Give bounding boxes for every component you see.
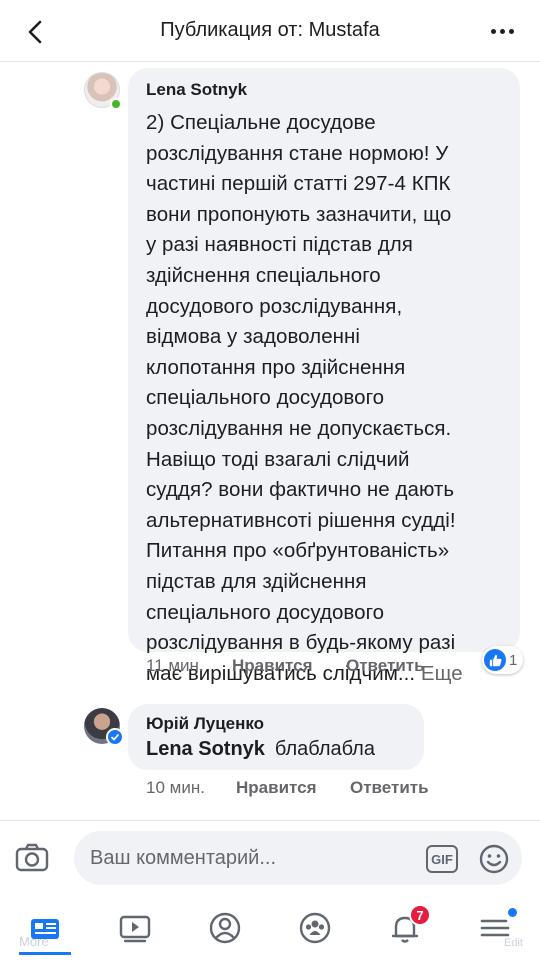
- smiley-icon: [479, 844, 509, 874]
- nav-groups[interactable]: [285, 900, 345, 955]
- reaction-summary[interactable]: 1: [482, 646, 524, 674]
- online-status-icon: [110, 98, 122, 110]
- camera-icon: [15, 843, 49, 872]
- profile-icon: [209, 912, 241, 943]
- reply-button[interactable]: Ответить: [346, 656, 425, 676]
- comment-composer: GIF: [74, 831, 522, 885]
- more-horizontal-icon: [490, 28, 496, 34]
- reply-button[interactable]: Ответить: [350, 778, 429, 798]
- comment-text-content: блаблабла: [274, 738, 375, 760]
- mention-link[interactable]: Lena Sotnyk: [146, 738, 265, 760]
- like-button[interactable]: Нравится: [232, 656, 346, 676]
- nav-menu[interactable]: Edit: [465, 900, 525, 955]
- comment-bubble[interactable]: Lena Sotnyk 2) Спеціальне досудове розсл…: [128, 68, 520, 685]
- top-bar: Публикация от: Mustafa: [0, 0, 540, 62]
- comment-time: 11 мин.: [146, 656, 204, 675]
- comment-meta: 10 мин. Нравится Ответить: [146, 778, 429, 798]
- comment-text: Lena Sotnyk блаблабла: [146, 738, 408, 761]
- nav-notifications[interactable]: 7: [375, 900, 435, 955]
- comment-time: 10 мин.: [146, 778, 205, 797]
- like-button[interactable]: Нравится: [236, 778, 350, 798]
- groups-icon: [299, 912, 331, 943]
- more-options-button[interactable]: [484, 16, 520, 46]
- comment-text: 2) Спеціальне досудове розслідування ста…: [146, 108, 504, 689]
- comment-input[interactable]: [90, 846, 410, 870]
- comment-author[interactable]: Lena Sotnyk: [146, 80, 504, 100]
- watch-video-icon: [119, 915, 151, 942]
- back-arrow-icon: [28, 20, 42, 44]
- menu-indicator-dot: [508, 908, 517, 917]
- comment-meta: 11 мин. Нравится Ответить: [146, 656, 425, 676]
- nav-more-label: More: [19, 934, 49, 949]
- thumbs-up-icon: [484, 649, 506, 671]
- active-tab-indicator: [19, 952, 71, 955]
- gif-button[interactable]: GIF: [426, 845, 458, 873]
- notification-badge: 7: [409, 904, 431, 926]
- divider: [0, 820, 540, 821]
- nav-edit-label: Edit: [504, 937, 523, 949]
- comment-text-content: 2) Спеціальне досудове розслідування ста…: [146, 111, 456, 685]
- page-title: Публикация от: Mustafa: [160, 19, 380, 41]
- comment-author[interactable]: Юрій Луценко: [146, 714, 408, 734]
- nav-news-feed[interactable]: More: [15, 900, 75, 955]
- reaction-count: 1: [509, 651, 518, 669]
- nav-profile[interactable]: [195, 900, 255, 955]
- camera-button[interactable]: [14, 840, 50, 876]
- back-button[interactable]: [18, 14, 54, 50]
- nav-watch[interactable]: [105, 900, 165, 955]
- verified-check-icon: [106, 728, 124, 746]
- comment-bubble[interactable]: Юрій Луценко Lena Sotnyk блаблабла: [128, 704, 424, 770]
- bottom-nav: More 7 Edit: [0, 895, 540, 960]
- see-more-link[interactable]: Еще: [421, 662, 463, 685]
- emoji-button[interactable]: [478, 843, 510, 875]
